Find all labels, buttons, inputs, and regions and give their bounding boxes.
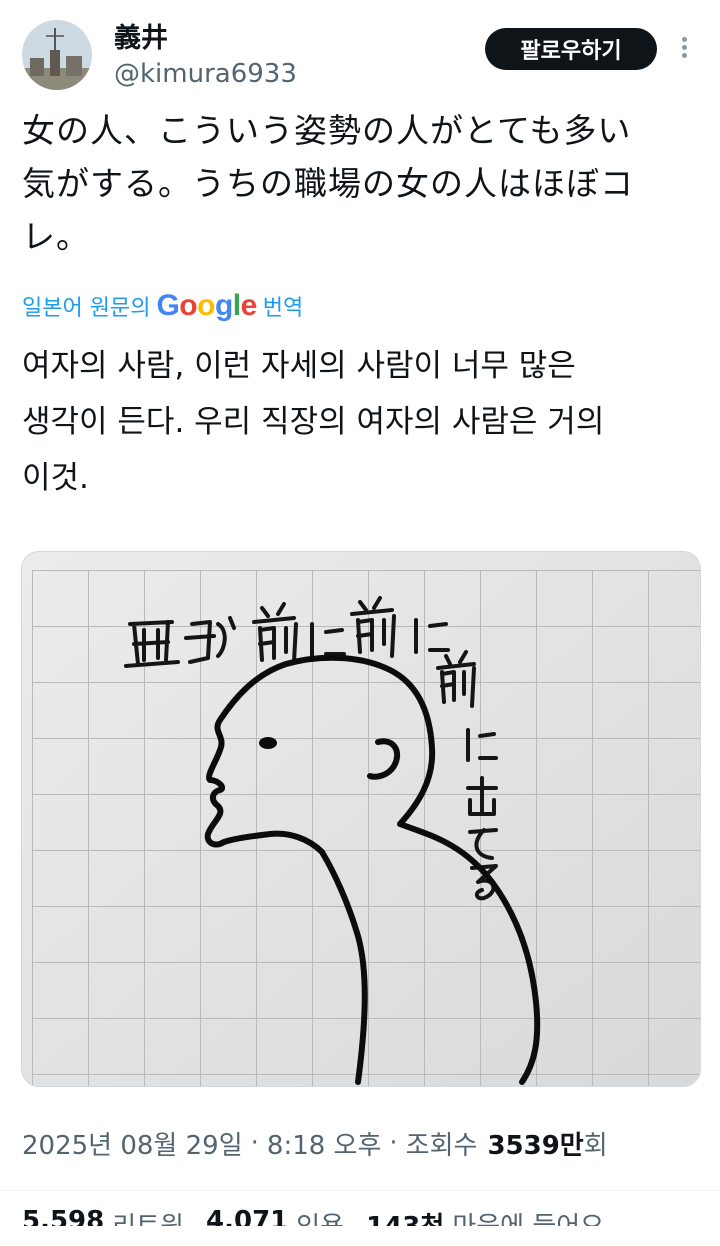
avatar[interactable] bbox=[22, 20, 92, 90]
divider bbox=[0, 1190, 720, 1191]
translation-label: 번역 bbox=[262, 296, 304, 321]
separator-dot: · bbox=[389, 1128, 398, 1158]
tweet-text: 女の人、こういう姿勢の人がとても多い 気がする。うちの職場の女の人はほぼコ レ。 bbox=[22, 111, 634, 256]
separator-dot: · bbox=[250, 1128, 259, 1158]
screen-edge-mask bbox=[0, 1226, 720, 1246]
views-label: 조회수 bbox=[405, 1130, 478, 1161]
translation-attribution[interactable]: 일본어 원문의 Google 번역 bbox=[22, 284, 303, 328]
tweet-date: 2025년 08월 29일 bbox=[22, 1130, 243, 1161]
tweet-header: 義井 @kimura6933 팔로우하기 bbox=[0, 0, 720, 100]
user-handle[interactable]: @kimura6933 bbox=[114, 58, 297, 90]
google-logo: Google bbox=[156, 289, 257, 322]
more-options-icon[interactable] bbox=[672, 34, 696, 68]
tweet-image[interactable] bbox=[21, 551, 701, 1087]
display-name[interactable]: 義井 bbox=[114, 22, 168, 56]
views-count[interactable]: 3539만 bbox=[487, 1125, 583, 1162]
tweet-time: 8:18 오후 bbox=[266, 1130, 382, 1161]
translated-text: 여자의 사람, 이런 자세의 사람이 너무 많은 생각이 든다. 우리 직장의 … bbox=[22, 348, 605, 496]
views-unit: 회 bbox=[583, 1130, 608, 1161]
translation-source-label: 일본어 원문의 bbox=[22, 296, 151, 321]
posture-drawing bbox=[22, 552, 700, 1086]
tweet-metadata: 2025년 08월 29일 · 8:18 오후 · 조회수 3539만 회 bbox=[22, 1118, 712, 1168]
follow-button[interactable]: 팔로우하기 bbox=[485, 28, 657, 70]
